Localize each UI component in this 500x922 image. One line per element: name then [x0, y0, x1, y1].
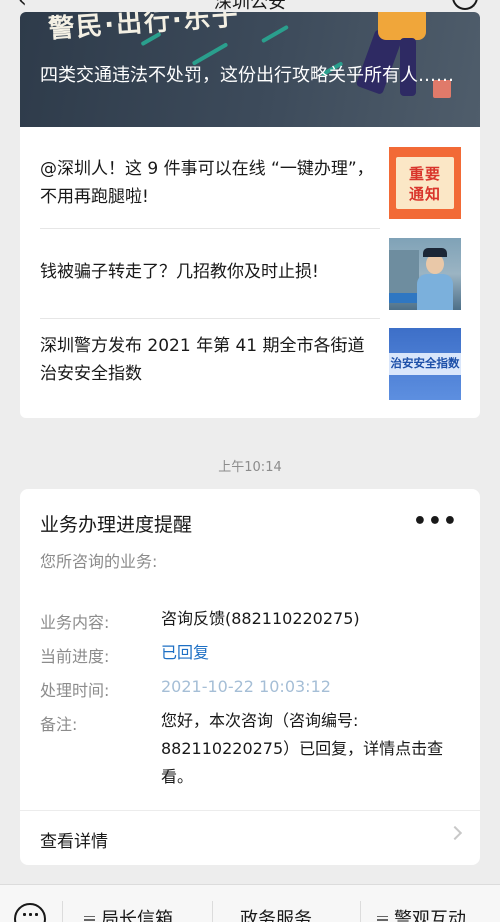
menu-separator — [62, 901, 63, 922]
menu-item-label: 政务服务 — [240, 909, 312, 922]
cover-headline: 四类交通违法不处罚，这份出行攻略关乎所有人…… — [40, 65, 454, 86]
menu-item-label: 局长信箱 — [101, 909, 173, 922]
field-label: 当前进度: — [40, 647, 110, 666]
menu-item-label: 警观互动 — [394, 909, 466, 922]
article-item[interactable]: 深圳警方发布 2021 年第 41 期全市各街道治安安全指数 治安安全指数 — [20, 318, 480, 414]
message-timestamp: 上午10:14 — [218, 460, 282, 475]
field-label: 业务内容: — [40, 613, 110, 632]
decoration-streak — [261, 24, 289, 44]
message-subtitle: 您所咨询的业务: — [40, 552, 158, 571]
view-details-link[interactable]: 查看详情 — [40, 827, 108, 852]
top-nav-bar: ‹ 深圳公安 — [0, 0, 500, 12]
article-card[interactable]: 警民·出行·乐于 四类交通违法不处罚，这份出行攻略关乎所有人…… @深圳人！这 … — [20, 12, 480, 418]
article-title: 深圳警方发布 2021 年第 41 期全市各街道治安安全指数 — [40, 336, 365, 384]
progress-status-value: 已回复 — [161, 643, 210, 662]
progress-reminder-card[interactable]: 业务办理进度提醒 ••• 您所咨询的业务: 业务内容: 咨询反馈(8821102… — [20, 489, 480, 865]
article-thumbnail — [389, 238, 461, 310]
menu-list-icon — [377, 915, 388, 922]
menu-item-police-interaction[interactable]: 警观互动 — [377, 905, 466, 922]
divider — [20, 810, 480, 811]
remarks-value: 您好，本次咨询（咨询编号: 882110220275）已回复，详情点击查看。 — [161, 711, 444, 786]
bottom-menu-bar: 局长信箱 政务服务 警观互动 — [0, 884, 500, 922]
thumb-text: 通知 — [408, 185, 441, 203]
business-content-value: 咨询反馈(882110220275) — [161, 609, 360, 628]
nav-title: 深圳公安 — [214, 0, 286, 12]
menu-list-icon — [84, 915, 95, 922]
message-title: 业务办理进度提醒 — [40, 514, 193, 536]
chevron-right-icon[interactable] — [447, 825, 463, 841]
cover-illustration — [378, 12, 426, 40]
menu-separator — [212, 901, 213, 922]
more-options-icon[interactable]: ••• — [413, 509, 458, 534]
field-label: 处理时间: — [40, 681, 110, 700]
field-label: 备注: — [40, 715, 78, 734]
keyboard-icon[interactable] — [14, 903, 46, 922]
menu-separator — [360, 901, 361, 922]
article-item[interactable]: @深圳人！这 9 件事可以在线 “一键办理”，不用再跑腿啦! 重要 通知 — [20, 137, 480, 233]
article-thumbnail: 治安安全指数 — [389, 328, 461, 400]
menu-item-government-services[interactable]: 政务服务 — [240, 905, 312, 922]
thumb-text: 治安安全指数 — [390, 356, 460, 370]
article-item[interactable]: 钱被骗子转走了？几招教你及时止损! — [20, 228, 480, 324]
processing-time-value: 2021-10-22 10:03:12 — [161, 677, 331, 696]
cover-article[interactable]: 警民·出行·乐于 四类交通违法不处罚，这份出行攻略关乎所有人…… — [20, 12, 480, 127]
article-title: 钱被骗子转走了？几招教你及时止损! — [40, 262, 319, 282]
article-title: @深圳人！这 9 件事可以在线 “一键办理”，不用再跑腿啦! — [40, 159, 374, 207]
article-thumbnail: 重要 通知 — [389, 147, 461, 219]
thumb-text: 重要 — [408, 165, 441, 183]
menu-item-director-mailbox[interactable]: 局长信箱 — [84, 905, 173, 922]
